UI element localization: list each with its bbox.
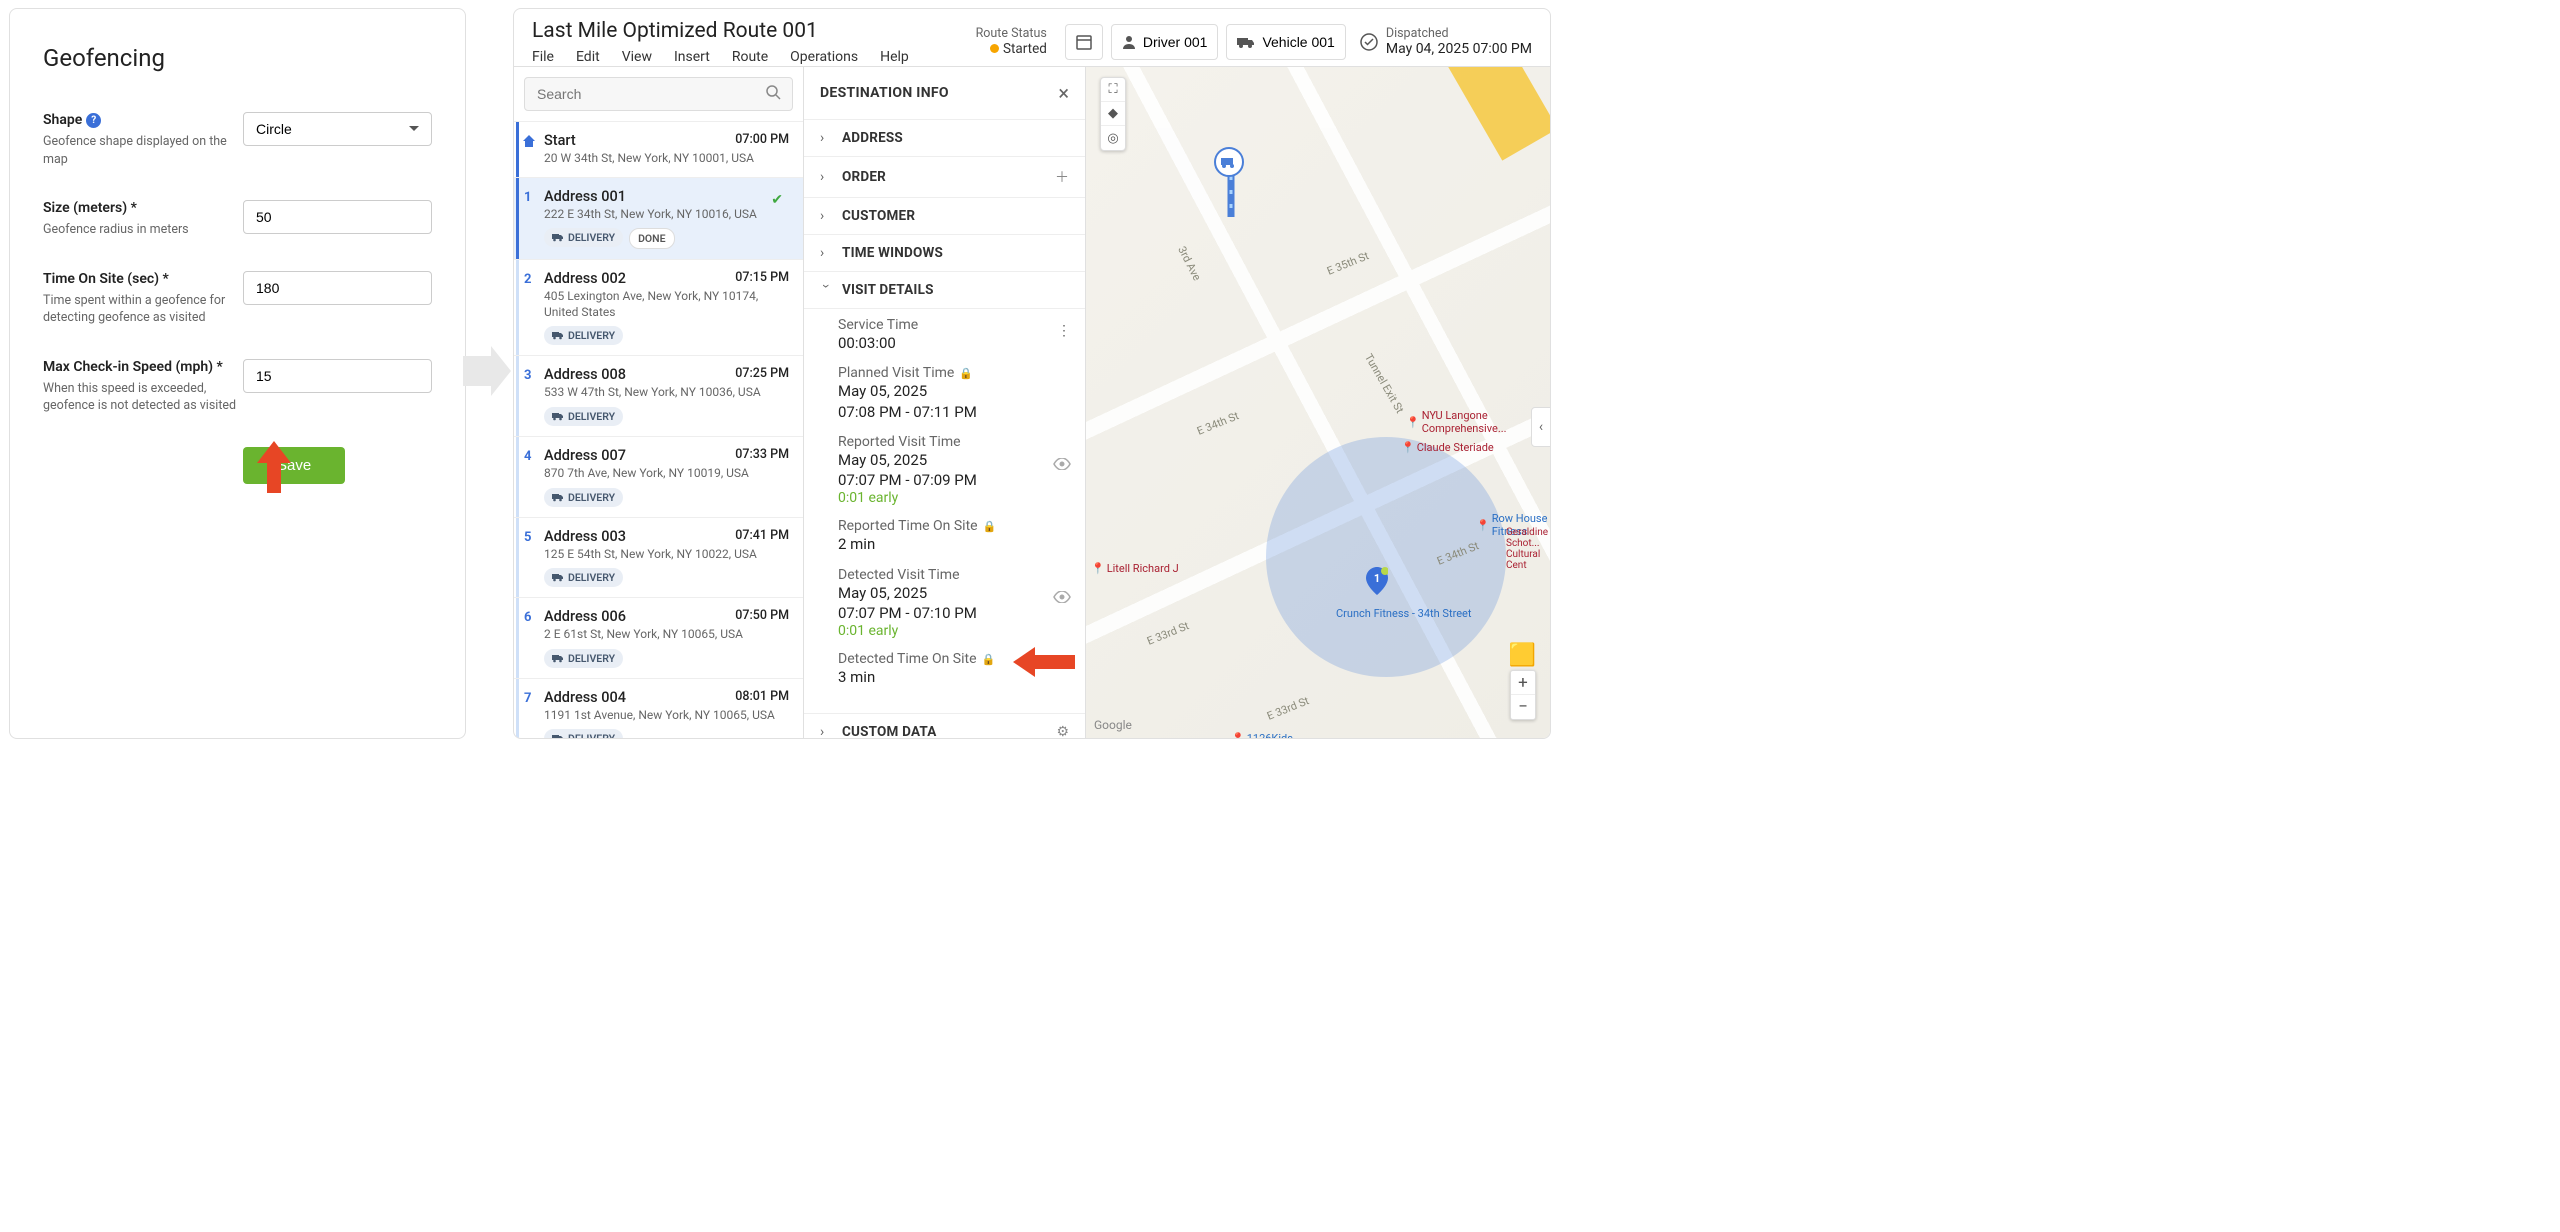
section-order[interactable]: ›ORDER＋ — [804, 157, 1085, 198]
shape-label: Shape ? — [43, 112, 243, 128]
shape-select[interactable]: Circle — [243, 112, 432, 146]
route-panel: Last Mile Optimized Route 001 File Edit … — [513, 8, 1551, 739]
size-hint: Geofence radius in meters — [43, 221, 243, 239]
fullscreen-icon: ⛶ — [1101, 78, 1125, 102]
callout-arrow-left — [1013, 647, 1075, 677]
route-title: Last Mile Optimized Route 001 — [532, 19, 909, 43]
home-icon — [522, 134, 536, 152]
tos-label: Time On Site (sec) * — [43, 271, 243, 287]
route-header: Last Mile Optimized Route 001 File Edit … — [514, 9, 1550, 67]
calendar-button[interactable] — [1065, 24, 1103, 60]
menu-edit[interactable]: Edit — [576, 49, 600, 65]
gear-icon: ⚙ — [1056, 724, 1069, 738]
google-logo: Google — [1094, 718, 1132, 732]
close-icon[interactable]: × — [1058, 81, 1069, 105]
eye-icon[interactable] — [1053, 591, 1071, 607]
geofencing-panel: Geofencing Shape ? Geofence shape displa… — [9, 8, 466, 739]
menu-help[interactable]: Help — [880, 49, 909, 65]
section-address[interactable]: ›ADDRESS — [804, 120, 1085, 157]
route-line — [1086, 67, 1386, 217]
size-input[interactable] — [243, 200, 432, 234]
zoom-out: − — [1511, 695, 1535, 719]
section-time-windows[interactable]: ›TIME WINDOWS — [804, 235, 1085, 272]
driver-button[interactable]: Driver 001 — [1111, 24, 1219, 60]
lock-icon: 🔒 — [959, 367, 973, 380]
layers-icon: ◆ — [1101, 102, 1125, 126]
menu-file[interactable]: File — [532, 49, 554, 65]
menu-insert[interactable]: Insert — [674, 49, 710, 65]
tos-input[interactable] — [243, 271, 432, 305]
plus-icon: ＋ — [1055, 167, 1069, 187]
route-status: Route Status Started — [976, 26, 1047, 57]
menu-view[interactable]: View — [622, 49, 652, 65]
callout-arrow-up — [257, 441, 291, 493]
stop-item[interactable]: 1✔Address 001222 E 34th St, New York, NY… — [514, 178, 803, 261]
speed-hint: When this speed is exceeded, geofence is… — [43, 380, 243, 415]
section-custom-data[interactable]: ›CUSTOM DATA⚙ — [804, 714, 1085, 738]
check-icon: ✔ — [771, 192, 783, 208]
zoom-controls[interactable]: +− — [1510, 670, 1536, 720]
tos-hint: Time spent within a geofence for detecti… — [43, 292, 243, 327]
destination-heading: DESTINATION INFO — [820, 85, 949, 101]
search-icon — [766, 85, 781, 104]
stop-item[interactable]: 708:01 PMAddress 0041191 1st Avenue, New… — [514, 679, 803, 738]
section-visit-details[interactable]: ›VISIT DETAILS — [804, 272, 1085, 309]
lock-icon: 🔒 — [982, 653, 996, 666]
vehicle-button[interactable]: Vehicle 001 — [1226, 24, 1345, 60]
geofencing-heading: Geofencing — [43, 44, 432, 72]
check-circle-icon — [1360, 33, 1378, 51]
stop-item[interactable]: 607:50 PMAddress 0062 E 61st St, New Yor… — [514, 598, 803, 679]
dispatched-info: DispatchedMay 04, 2025 07:00 PM — [1360, 26, 1532, 57]
route-menu: File Edit View Insert Route Operations H… — [532, 49, 909, 65]
stop-item[interactable]: 07:00 PMStart20 W 34th St, New York, NY … — [514, 122, 803, 178]
size-label: Size (meters) * — [43, 200, 243, 216]
visit-details-body: ⋮ Service Time 00:03:00 Planned Visit Ti… — [804, 309, 1085, 714]
lock-icon: 🔒 — [983, 520, 997, 533]
zoom-in: + — [1511, 671, 1535, 695]
stop-list[interactable]: 07:00 PMStart20 W 34th St, New York, NY … — [514, 122, 803, 738]
stop-item[interactable]: 307:25 PMAddress 008533 W 47th St, New Y… — [514, 356, 803, 437]
shape-hint: Geofence shape displayed on the map — [43, 133, 243, 168]
kebab-icon[interactable]: ⋮ — [1057, 323, 1071, 339]
map-controls[interactable]: ⛶ ◆ ◎ — [1100, 77, 1126, 151]
eye-icon[interactable] — [1053, 458, 1071, 474]
speed-input[interactable] — [243, 359, 432, 393]
map[interactable]: 1 ⛶ ◆ ◎ E 35th St E 34th St E 34th St E … — [1086, 67, 1550, 738]
svg-text:1: 1 — [1374, 572, 1380, 585]
menu-operations[interactable]: Operations — [790, 49, 858, 65]
stop-item[interactable]: 507:41 PMAddress 003125 E 54th St, New Y… — [514, 518, 803, 599]
speed-label: Max Check-in Speed (mph) * — [43, 359, 243, 375]
search-input[interactable] — [524, 77, 793, 111]
stop-item[interactable]: 207:15 PMAddress 002405 Lexington Ave, N… — [514, 260, 803, 356]
flow-arrow-icon — [463, 346, 511, 396]
vehicle-marker[interactable] — [1214, 147, 1244, 177]
collapse-tab[interactable]: ‹ — [1531, 407, 1550, 447]
locate-icon: ◎ — [1101, 126, 1125, 150]
stops-column: 07:00 PMStart20 W 34th St, New York, NY … — [514, 67, 804, 738]
stop-item[interactable]: 407:33 PMAddress 007870 7th Ave, New Yor… — [514, 437, 803, 518]
section-customer[interactable]: ›CUSTOMER — [804, 198, 1085, 235]
help-icon[interactable]: ? — [86, 113, 101, 128]
destination-column: DESTINATION INFO × ›ADDRESS ›ORDER＋ ›CUS… — [804, 67, 1086, 738]
pegman-icon[interactable]: 🟨 — [1509, 643, 1536, 668]
menu-route[interactable]: Route — [732, 49, 768, 65]
geofence-circle — [1266, 437, 1506, 677]
stop-marker-1[interactable]: 1 — [1366, 567, 1388, 595]
